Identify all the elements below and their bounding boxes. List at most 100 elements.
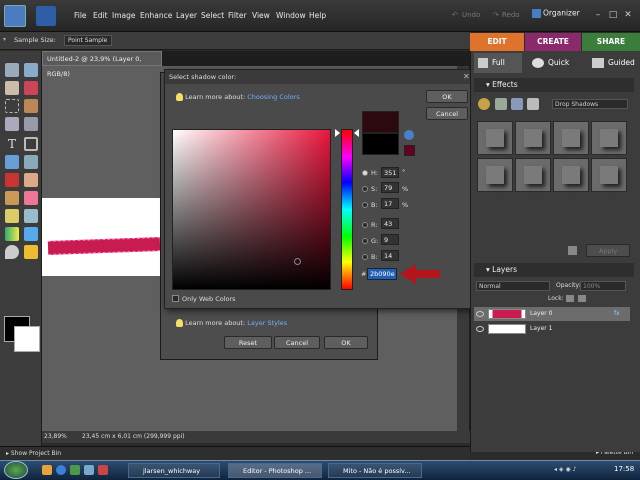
menu-image[interactable]: Image [112,11,136,20]
ie-icon[interactable] [56,465,66,475]
lock-all-icon[interactable] [578,295,586,302]
menu-file[interactable]: File [74,11,87,20]
hue-radio[interactable] [362,170,368,176]
blur-tool-icon[interactable] [5,245,19,259]
type-tool-icon[interactable]: T [5,137,19,151]
layer-style-cancel-button[interactable]: Cancel [274,336,320,349]
hue-slider-handle-left[interactable] [335,129,340,137]
sample-size-select[interactable]: Point Sample [64,35,112,46]
layers-panel-header[interactable]: ▾ Layers [474,263,634,277]
effects-panel-header[interactable]: ▾ Effects [474,78,634,92]
hue-slider-handle-right[interactable] [354,129,359,137]
minimize-icon[interactable]: – [592,9,604,21]
lasso-tool-icon[interactable] [24,99,38,113]
red-eye-tool-icon[interactable] [5,173,19,187]
choosing-colors-link[interactable]: Choosing Colors [247,93,299,101]
menu-help[interactable]: Help [309,11,326,20]
lock-transparency-icon[interactable] [566,295,574,302]
close-icon[interactable]: ✕ [622,9,634,21]
magic-wand-tool-icon[interactable] [5,117,19,131]
menu-edit[interactable]: Edit [93,11,108,20]
start-button[interactable] [4,461,28,479]
current-color-swatch[interactable] [362,133,399,155]
document-tab[interactable]: Untitled-2 @ 23,9% (Layer 0, RGB/8) [42,51,162,78]
zoom-tool-icon[interactable] [24,63,38,77]
straighten-tool-icon[interactable] [24,155,38,169]
color-picker-cancel-button[interactable]: Cancel [426,107,468,120]
effect-thumbnail[interactable] [553,121,589,155]
redo-icon[interactable]: ↷ [493,11,499,19]
move-tool-icon[interactable] [5,63,19,77]
menu-filter[interactable]: Filter [228,11,247,20]
effect-thumbnail[interactable] [553,158,589,192]
brush-tool-icon[interactable] [5,209,19,223]
show-project-bin-button[interactable]: ▸ Show Project Bin [6,450,61,457]
undo-button[interactable]: Undo [462,11,480,19]
tab-share[interactable]: SHARE [582,33,640,51]
layer-style-fx-icon[interactable]: fx [614,307,620,321]
taskbar-item-active[interactable]: Editor - Photoshop ... [228,463,322,478]
clone-stamp-icon[interactable] [5,191,19,205]
reset-button[interactable]: Reset [224,336,272,349]
effect-thumbnail[interactable] [477,158,513,192]
menu-enhance[interactable]: Enhance [140,11,172,20]
tab-edit[interactable]: EDIT [470,33,524,51]
opacity-field[interactable]: 100% [580,281,626,291]
shape-tool-icon[interactable] [24,227,38,241]
effect-thumbnail[interactable] [477,121,513,155]
eraser-tool-icon[interactable] [24,191,38,205]
effect-thumbnail[interactable] [515,158,551,192]
tool-preset-icon[interactable]: ▾ [3,36,6,43]
hue-slider[interactable] [341,129,353,290]
quick-launch-icon[interactable] [84,465,94,475]
saturation-field[interactable]: 79 [381,182,399,193]
brightness-field[interactable]: 17 [381,198,399,209]
green-radio[interactable] [362,238,368,244]
effects-category-select[interactable]: Drop Shadows [552,99,628,109]
tab-quick[interactable]: Quick [530,53,578,73]
eye-icon[interactable] [476,311,484,317]
undo-icon[interactable]: ↶ [452,11,458,19]
hex-color-field[interactable]: 2b090e [367,268,397,280]
blue-radio[interactable] [362,254,368,260]
color-picker-ok-button[interactable]: OK [426,90,468,103]
layer-style-ok-button[interactable]: OK [324,336,368,349]
eyedropper-tool-icon[interactable] [24,81,38,95]
menu-select[interactable]: Select [201,11,224,20]
menu-window[interactable]: Window [276,11,306,20]
green-field[interactable]: 9 [381,234,399,245]
background-color-swatch[interactable] [14,326,40,352]
color-alert-icon[interactable] [404,130,414,140]
filters-icon[interactable] [478,98,490,110]
apply-button[interactable]: Apply [586,244,630,257]
redo-button[interactable]: Redo [502,11,520,19]
taskbar-item[interactable]: jlarsen_whichway [128,463,220,478]
eye-icon[interactable] [476,326,484,332]
gradient-tool-icon[interactable] [5,227,19,241]
layer-row[interactable]: Layer 1 [474,322,630,336]
tab-guided[interactable]: Guided [590,53,638,73]
tab-create[interactable]: CREATE [525,33,581,51]
menu-layer[interactable]: Layer [176,11,197,20]
home-icon[interactable] [36,6,56,26]
all-effects-icon[interactable] [527,98,539,110]
only-web-colors-checkbox[interactable] [172,295,179,302]
effect-thumbnail[interactable] [591,121,627,155]
marquee-tool-icon[interactable] [5,99,19,113]
zoom-level[interactable]: 23,89% [44,433,67,440]
blue-field[interactable]: 14 [381,250,399,261]
organizer-button[interactable]: Organizer [532,8,580,24]
quick-launch-icon[interactable] [98,465,108,475]
brightness-radio[interactable] [362,202,368,208]
saturation-radio[interactable] [362,186,368,192]
quick-launch-icon[interactable] [70,465,80,475]
effect-thumbnail[interactable] [591,158,627,192]
hue-field[interactable]: 351 [381,167,399,178]
taskbar-item[interactable]: Mito - Não é possív... [328,463,422,478]
selection-brush-icon[interactable] [24,117,38,131]
layer-styles-icon[interactable] [495,98,507,110]
effect-thumbnail[interactable] [515,121,551,155]
blend-mode-select[interactable]: Normal [476,281,550,291]
red-radio[interactable] [362,222,368,228]
hand-tool-icon[interactable] [5,81,19,95]
